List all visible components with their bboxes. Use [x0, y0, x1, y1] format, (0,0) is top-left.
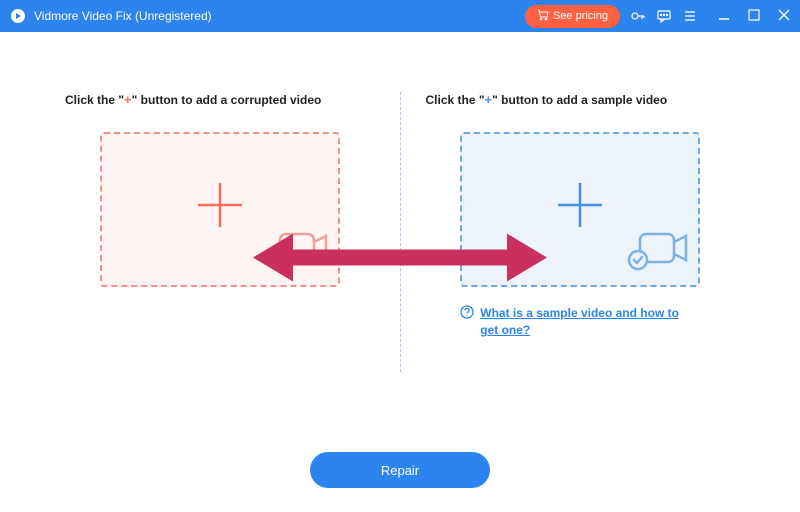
app-title: Vidmore Video Fix (Unregistered) — [34, 9, 525, 23]
corrupted-video-label: Click the "+" button to add a corrupted … — [50, 92, 390, 107]
add-icon — [190, 175, 250, 245]
plus-in-text-icon: + — [124, 92, 132, 107]
see-pricing-button[interactable]: See pricing — [525, 5, 620, 28]
corrupted-video-dropzone[interactable] — [100, 132, 340, 287]
footer: Repair — [0, 442, 800, 488]
broken-video-icon — [266, 224, 330, 277]
help-icon — [460, 305, 474, 322]
key-icon[interactable] — [630, 8, 646, 24]
repair-button[interactable]: Repair — [310, 452, 490, 488]
cart-icon — [537, 9, 549, 24]
sample-help-text: What is a sample video and how to get on… — [480, 305, 700, 339]
sample-video-panel: Click the "+" button to add a sample vid… — [411, 92, 751, 422]
sample-video-dropzone[interactable] — [460, 132, 700, 287]
feedback-icon[interactable] — [656, 8, 672, 24]
plus-in-text-icon: + — [485, 92, 493, 107]
maximize-button[interactable] — [748, 8, 760, 24]
good-video-icon — [626, 224, 690, 277]
close-button[interactable] — [778, 8, 790, 24]
panel-divider — [400, 92, 401, 372]
corrupted-video-panel: Click the "+" button to add a corrupted … — [50, 92, 390, 422]
titlebar: Vidmore Video Fix (Unregistered) See pri… — [0, 0, 800, 32]
titlebar-controls: See pricing — [525, 5, 790, 28]
menu-icon[interactable] — [682, 8, 698, 24]
sample-video-label: Click the "+" button to add a sample vid… — [411, 92, 751, 107]
sample-help-link[interactable]: What is a sample video and how to get on… — [460, 305, 700, 339]
main-content: Click the "+" button to add a corrupted … — [0, 32, 800, 442]
window-controls — [718, 8, 790, 24]
minimize-button[interactable] — [718, 8, 730, 24]
add-icon — [550, 175, 610, 245]
app-logo-icon — [10, 8, 26, 24]
see-pricing-label: See pricing — [553, 10, 608, 22]
